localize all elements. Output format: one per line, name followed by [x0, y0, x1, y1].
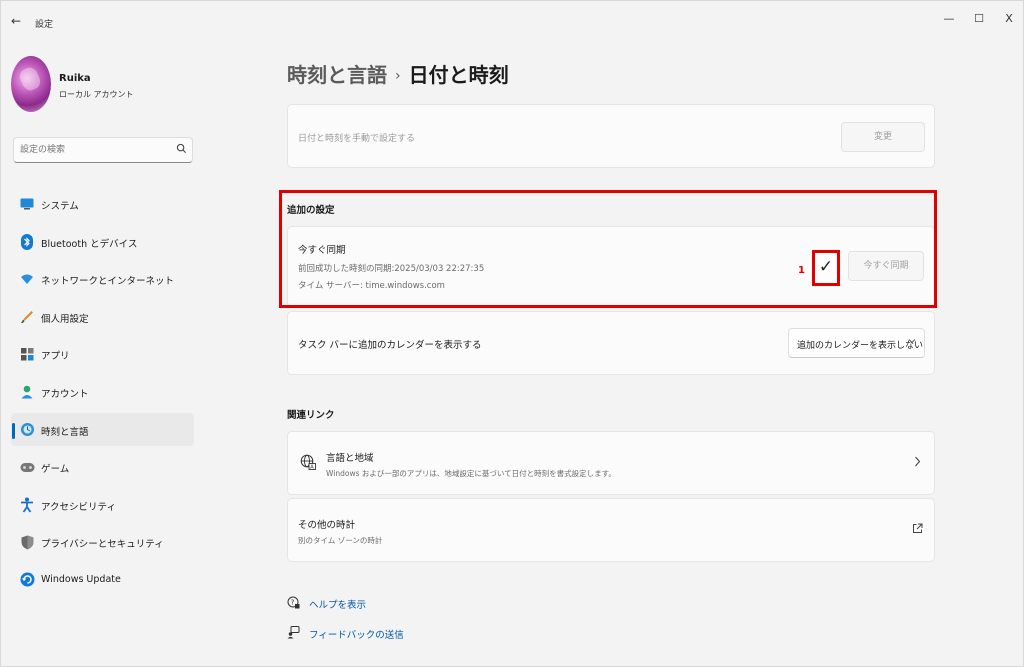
sidebar-item-bluetooth[interactable]: Bluetooth とデバイス	[11, 225, 194, 258]
network-icon	[19, 271, 35, 287]
sidebar-item-privacy-security[interactable]: プライバシーとセキュリティ	[11, 525, 194, 558]
language-region-link[interactable]: A 言語と地域 Windows および一部のアプリは、地域設定に基づいて日付と時…	[287, 431, 935, 495]
title-bar: ← 設定 — ☐ X	[1, 1, 1023, 41]
additional-clocks-title: その他の時計	[298, 520, 356, 531]
additional-calendar-dropdown[interactable]: 追加のカレンダーを表示しない	[788, 328, 925, 358]
sidebar-item-accessibility[interactable]: アクセシビリティ	[11, 488, 194, 521]
sync-now-button[interactable]: 今すぐ同期	[848, 251, 924, 281]
dropdown-selected-value: 追加のカレンダーを表示しない	[797, 341, 924, 351]
manual-time-card: 日付と時刻を手動で設定する 変更	[287, 104, 935, 168]
annotation-number: 1	[798, 265, 805, 276]
external-link-icon	[912, 523, 923, 537]
sidebar-item-gaming[interactable]: ゲーム	[11, 450, 194, 483]
language-region-subtitle: Windows および一部のアプリは、地域設定に基づいて日付と時刻を書式設定しま…	[326, 469, 616, 478]
feedback-link[interactable]: フィードバックの送信	[287, 626, 404, 644]
chevron-right-icon	[914, 456, 921, 470]
app-title: 設定	[35, 20, 54, 30]
additional-clocks-subtitle: 別のタイム ゾーンの時計	[298, 536, 383, 545]
sidebar-item-network[interactable]: ネットワークとインターネット	[11, 262, 194, 295]
language-region-icon: A	[300, 454, 316, 471]
accessibility-icon	[19, 497, 35, 513]
privacy-security-icon	[19, 534, 35, 550]
sidebar-item-accounts[interactable]: アカウント	[11, 375, 194, 408]
feedback-icon	[287, 626, 301, 642]
settings-window: ← 設定 — ☐ X Ruika ローカル アカウント システム Bluetoo…	[0, 0, 1024, 667]
last-sync-text: 前回成功した時刻の同期:2025/03/03 22:27:35	[298, 264, 485, 274]
sidebar-item-label: 時刻と言語	[41, 426, 89, 438]
checkmark-icon: ✓	[818, 257, 834, 277]
additional-settings-title: 追加の設定	[287, 205, 335, 216]
sidebar-nav: システム Bluetooth とデバイス ネットワークとインターネット 個人用設…	[11, 187, 194, 601]
bluetooth-icon	[19, 233, 35, 250]
search-input[interactable]	[20, 142, 170, 158]
back-button[interactable]: ←	[11, 14, 25, 28]
time-language-icon	[19, 422, 35, 438]
sidebar-item-label: ゲーム	[41, 464, 70, 476]
sidebar-item-label: システム	[41, 201, 79, 212]
breadcrumb-separator-icon: ›	[395, 68, 401, 84]
language-region-title: 言語と地域	[326, 453, 374, 464]
sidebar-item-label: アクセシビリティ	[41, 501, 116, 513]
time-server-text: タイム サーバー: time.windows.com	[298, 281, 445, 291]
personalization-icon	[19, 309, 35, 325]
svg-text:?: ?	[291, 599, 295, 607]
system-icon	[19, 196, 35, 212]
gaming-icon	[19, 459, 35, 475]
page-title: 日付と時刻	[408, 63, 509, 87]
breadcrumb-parent[interactable]: 時刻と言語	[287, 63, 387, 87]
manual-time-label: 日付と時刻を手動で設定する	[298, 134, 416, 144]
breadcrumb: 時刻と言語 › 日付と時刻	[287, 59, 509, 89]
chevron-down-icon	[908, 337, 916, 347]
search-icon[interactable]	[176, 143, 188, 155]
minimize-button[interactable]: —	[939, 11, 959, 27]
account-type: ローカル アカウント	[59, 90, 134, 99]
sidebar-item-apps[interactable]: アプリ	[11, 337, 194, 370]
sidebar-item-personalization[interactable]: 個人用設定	[11, 300, 194, 333]
additional-calendar-label: タスク バーに追加のカレンダーを表示する	[298, 340, 482, 351]
sidebar-item-label: Windows Update	[41, 573, 121, 585]
user-name: Ruika	[59, 73, 91, 84]
change-button[interactable]: 変更	[841, 122, 925, 152]
help-icon: ?	[287, 596, 301, 612]
sidebar-item-label: アプリ	[41, 351, 70, 363]
svg-text:A: A	[310, 465, 314, 471]
help-label: ヘルプを表示	[309, 600, 367, 611]
annotation-check-box: ✓	[812, 250, 840, 286]
sidebar-item-time-language[interactable]: 時刻と言語	[11, 412, 194, 446]
search-box[interactable]	[13, 137, 193, 163]
account-icon	[19, 384, 35, 400]
sidebar-item-label: Bluetooth とデバイス	[41, 238, 138, 250]
maximize-button[interactable]: ☐	[969, 11, 989, 27]
additional-clocks-link[interactable]: その他の時計 別のタイム ゾーンの時計	[287, 498, 935, 562]
sidebar-item-label: アカウント	[41, 388, 89, 400]
sidebar-item-windows-update[interactable]: Windows Update	[11, 563, 194, 596]
feedback-label: フィードバックの送信	[309, 630, 404, 641]
help-link[interactable]: ? ヘルプを表示	[287, 596, 366, 614]
sync-now-title: 今すぐ同期	[298, 245, 346, 256]
related-links-title: 関連リンク	[287, 410, 335, 421]
close-button[interactable]: X	[999, 11, 1019, 27]
windows-update-icon	[19, 572, 35, 588]
additional-calendar-card: タスク バーに追加のカレンダーを表示する 追加のカレンダーを表示しない	[287, 311, 935, 375]
sidebar-item-label: 個人用設定	[41, 313, 89, 325]
sidebar-item-label: プライバシーとセキュリティ	[41, 539, 164, 551]
avatar[interactable]	[11, 56, 51, 112]
sidebar-item-system[interactable]: システム	[11, 187, 194, 220]
sidebar-item-label: ネットワークとインターネット	[41, 276, 175, 288]
apps-icon	[19, 346, 35, 362]
